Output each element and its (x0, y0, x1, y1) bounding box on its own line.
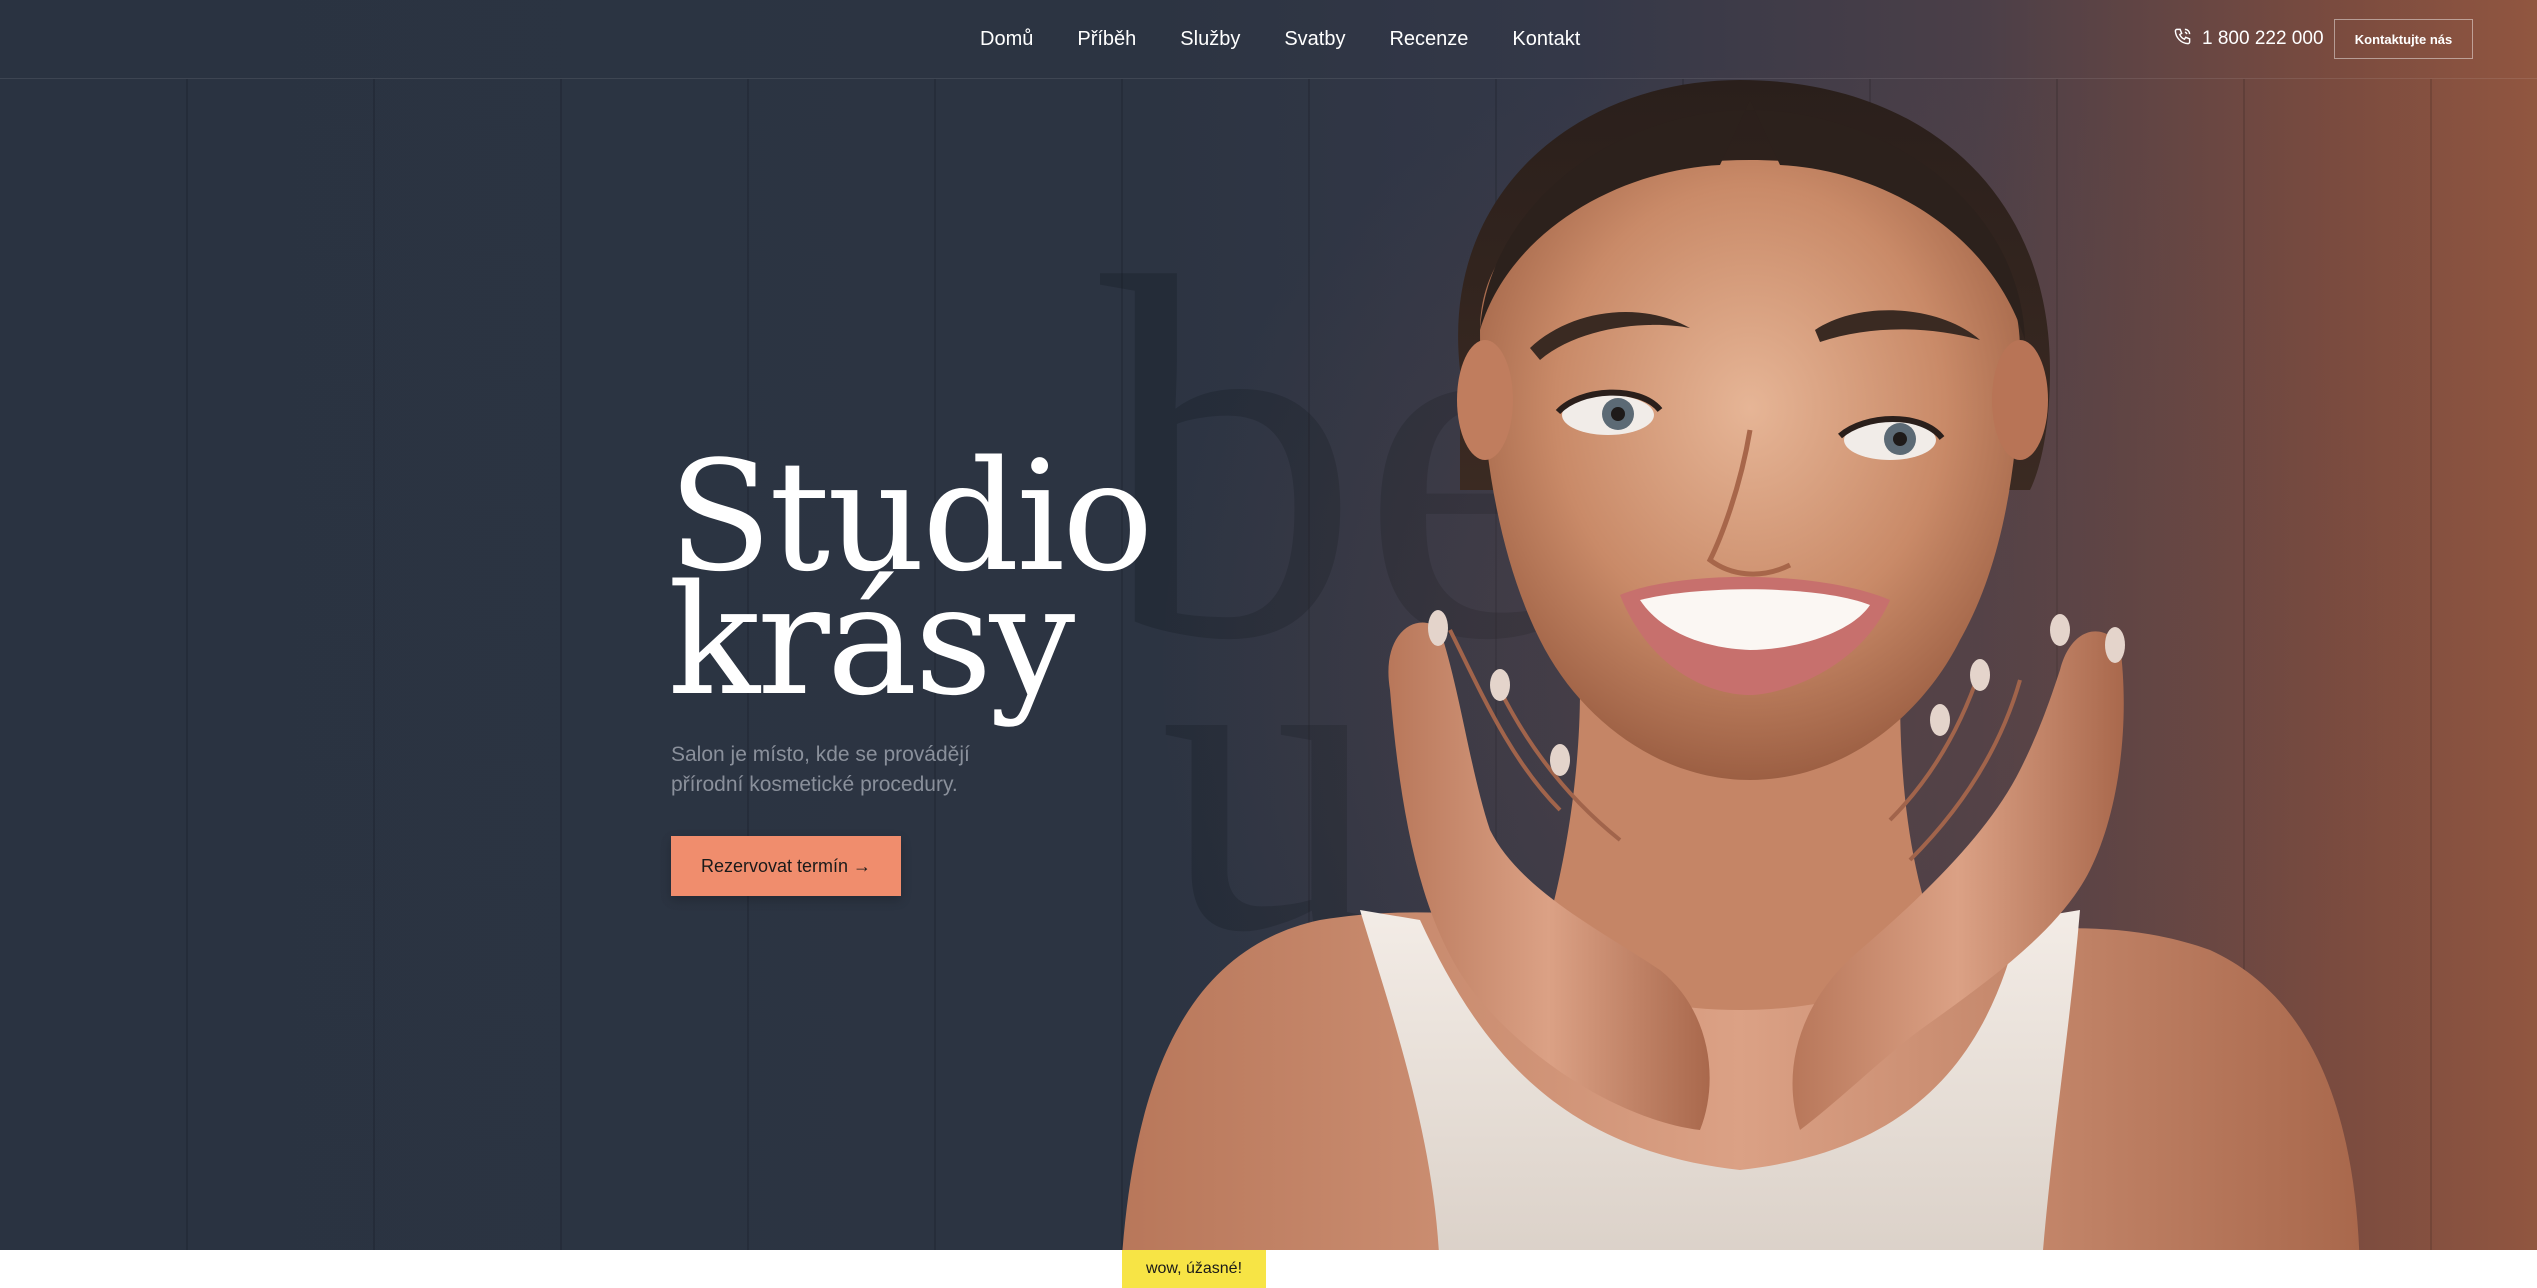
nav-item-home[interactable]: Domů (980, 28, 1033, 51)
contact-us-button[interactable]: Kontaktujte nás (2334, 19, 2473, 59)
site-header: Domů Příběh Služby Svatby Recenze Kontak… (0, 0, 2537, 79)
divider (373, 79, 375, 1250)
nav-item-story[interactable]: Příběh (1077, 28, 1136, 51)
woman-portrait-image (1122, 70, 2400, 1250)
hero-section: be u (0, 0, 2537, 1250)
phone-icon (2173, 27, 2192, 52)
hero-subtitle: Salon je místo, kde se provádějí přírodn… (671, 743, 970, 796)
nav-item-services[interactable]: Služby (1180, 28, 1240, 51)
divider (560, 79, 562, 1250)
phone-number: 1 800 222 000 (2202, 28, 2324, 49)
main-nav: Domů Příběh Služby Svatby Recenze Kontak… (980, 0, 1624, 79)
phone-link[interactable]: 1 800 222 000 (2173, 26, 2324, 52)
nav-item-reviews[interactable]: Recenze (1389, 28, 1468, 51)
divider (186, 79, 188, 1250)
wow-badge: wow, úžasné! (1122, 1250, 1266, 1288)
nav-item-weddings[interactable]: Svatby (1284, 28, 1345, 51)
divider (2430, 79, 2432, 1250)
next-section-strip (0, 1250, 2537, 1288)
hero-title: Studio krásy (668, 441, 1154, 717)
nav-item-contact[interactable]: Kontakt (1512, 28, 1580, 51)
book-appointment-button[interactable]: Rezervovat termín → (671, 836, 901, 896)
